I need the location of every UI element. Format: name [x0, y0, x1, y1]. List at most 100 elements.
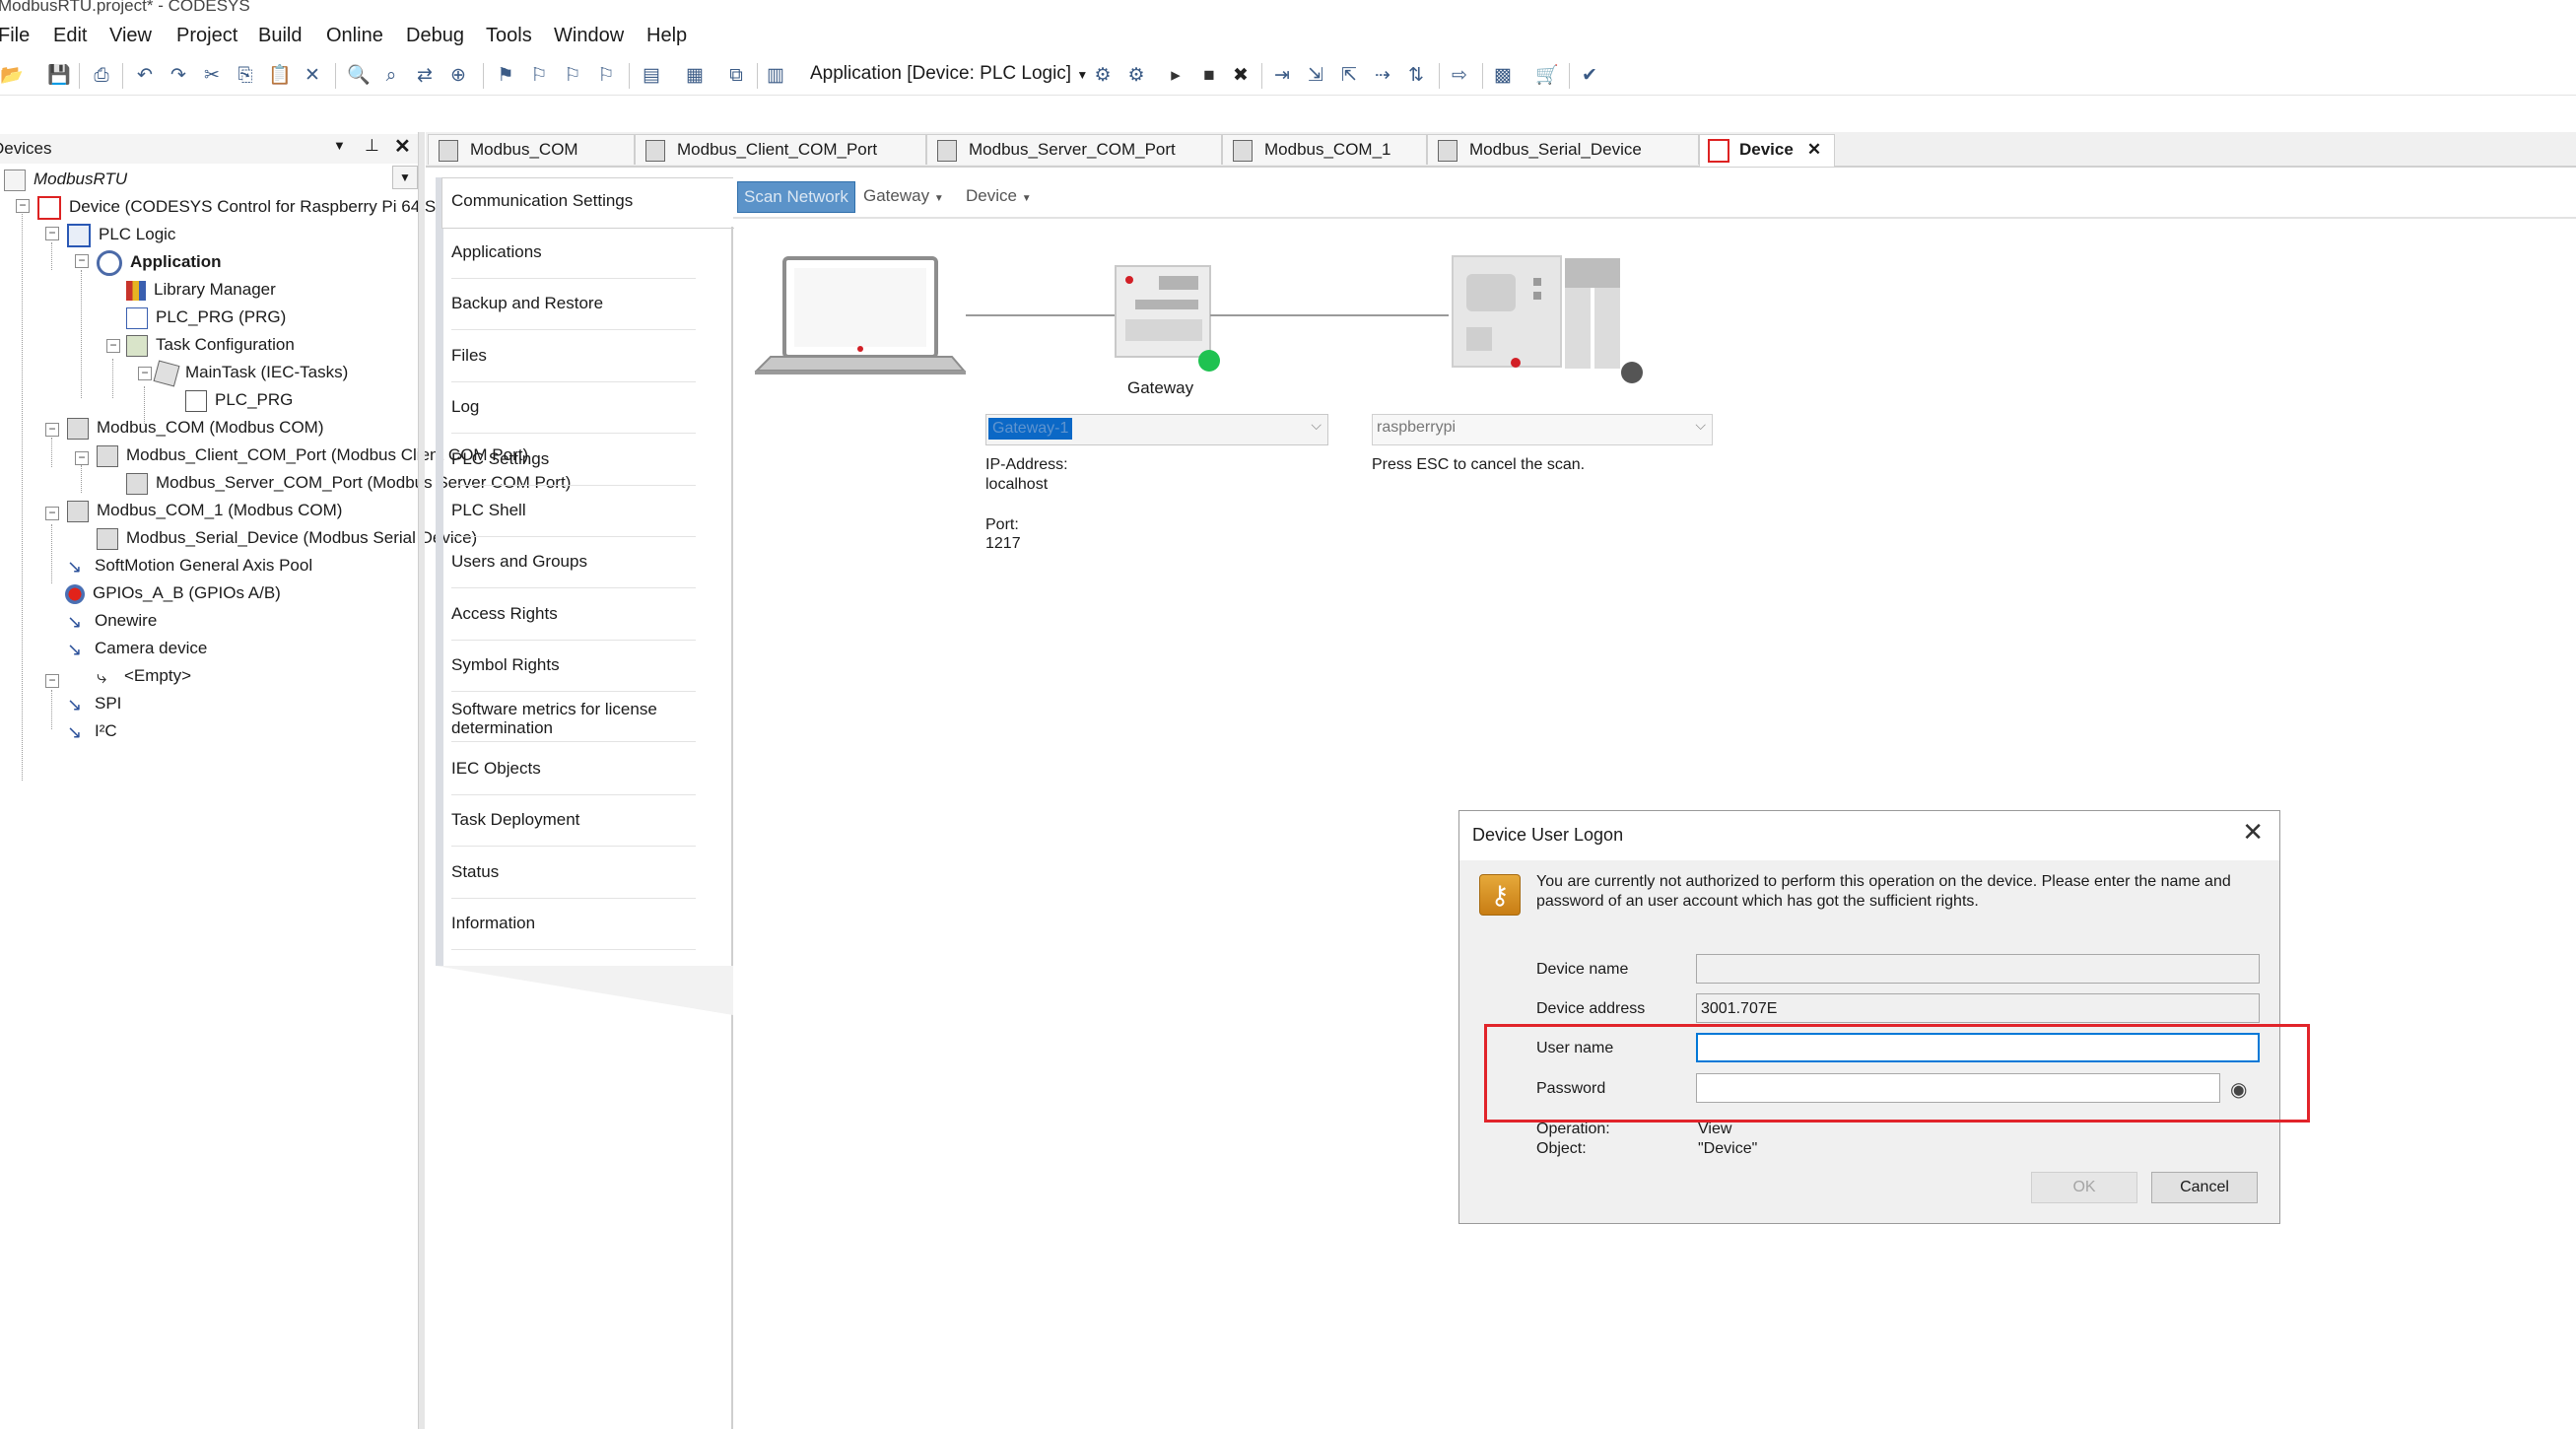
panel-menu-icon[interactable]: ▼	[333, 138, 346, 153]
tree-item-empty-slot[interactable]: ⤷ <Empty>	[97, 662, 191, 690]
gateway-select[interactable]: Gateway-1 ⌵	[985, 414, 1328, 445]
expander[interactable]: −	[138, 367, 152, 380]
cart-icon[interactable]: 🛒	[1535, 65, 1559, 87]
tree-item-onewire[interactable]: ↘ Onewire	[67, 607, 157, 635]
tab-device[interactable]: Device ✕	[1699, 134, 1835, 167]
layout-icon[interactable]: ▦	[684, 65, 706, 87]
menu-debug[interactable]: Debug	[406, 25, 464, 47]
nav-task-deployment[interactable]: Task Deployment	[451, 810, 696, 847]
nav-iec-objects[interactable]: IEC Objects	[451, 759, 696, 795]
step-into-icon[interactable]: ⇲	[1305, 65, 1326, 87]
menu-project[interactable]: Project	[176, 25, 237, 47]
tree-item-maintask[interactable]: MainTask (IEC-Tasks)	[153, 359, 348, 386]
expander[interactable]: −	[75, 254, 89, 268]
tree-item-plc-prg[interactable]: PLC_PRG (PRG)	[126, 304, 286, 331]
cut-icon[interactable]: ✂	[201, 65, 223, 87]
undo-icon[interactable]: ↶	[134, 65, 156, 87]
close-icon[interactable]: ✕	[2242, 817, 2264, 847]
tree-item-modbus-com[interactable]: Modbus_COM (Modbus COM)	[67, 414, 324, 442]
nav-files[interactable]: Files	[451, 346, 696, 382]
nav-information[interactable]: Information	[451, 914, 696, 950]
tree-item-project[interactable]: ModbusRTU	[4, 166, 127, 193]
show-next-statement-icon[interactable]: ⇨	[1449, 65, 1470, 87]
device-menu-button[interactable]: Device ▼	[966, 181, 1032, 211]
menu-tools[interactable]: Tools	[486, 25, 532, 47]
active-application-combo[interactable]: Application [Device: PLC Logic] ▼	[810, 63, 1088, 85]
tree-item-plc-prg-call[interactable]: PLC_PRG	[185, 386, 293, 414]
replace-icon[interactable]: ⇄	[414, 65, 436, 87]
panel-splitter[interactable]	[418, 132, 425, 1429]
start-icon[interactable]: ▸	[1165, 65, 1186, 87]
step-over-icon[interactable]: ⇥	[1271, 65, 1293, 87]
tab-modbus-server-com-port[interactable]: Modbus_Server_COM_Port	[926, 134, 1222, 165]
ok-button[interactable]: OK	[2031, 1172, 2137, 1203]
nav-applications[interactable]: Applications	[451, 242, 696, 279]
window-icon[interactable]: ⧉	[725, 65, 747, 87]
nav-communication-settings[interactable]: Communication Settings	[451, 191, 696, 227]
tree-item-softmotion-axis-pool[interactable]: ↘ SoftMotion General Axis Pool	[67, 552, 312, 579]
menu-edit[interactable]: Edit	[53, 25, 87, 47]
expander[interactable]: −	[45, 674, 59, 688]
nav-access-rights[interactable]: Access Rights	[451, 604, 696, 641]
pin-icon[interactable]: ⊥	[365, 136, 379, 156]
tree-item-gpios[interactable]: GPIOs_A_B (GPIOs A/B)	[65, 579, 281, 607]
calendar-icon[interactable]: ▥	[765, 65, 786, 87]
tools-icon[interactable]: ✖	[1230, 65, 1252, 87]
tree-item-device[interactable]: Device (CODESYS Control for Raspberry Pi…	[37, 193, 450, 221]
step-out-icon[interactable]: ⇱	[1338, 65, 1360, 87]
menu-online[interactable]: Online	[326, 25, 383, 47]
tree-item-modbus-com-1[interactable]: Modbus_COM_1 (Modbus COM)	[67, 497, 342, 524]
nav-symbol-rights[interactable]: Symbol Rights	[451, 655, 696, 692]
login-icon[interactable]: ⚙	[1092, 65, 1114, 87]
bookmark-next-icon[interactable]: ⚐	[528, 65, 550, 87]
logout-icon[interactable]: ⚙	[1125, 65, 1147, 87]
redo-icon[interactable]: ↷	[168, 65, 189, 87]
menu-window[interactable]: Window	[554, 25, 624, 47]
tab-modbus-serial-device[interactable]: Modbus_Serial_Device	[1427, 134, 1699, 165]
gateway-menu-button[interactable]: Gateway ▼	[863, 181, 944, 211]
expander[interactable]: −	[45, 423, 59, 437]
tab-modbus-com-1[interactable]: Modbus_COM_1	[1222, 134, 1427, 165]
tab-modbus-client-com-port[interactable]: Modbus_Client_COM_Port	[635, 134, 926, 165]
close-icon[interactable]: ✕	[1807, 140, 1821, 159]
tree-item-camera-device[interactable]: ↘ Camera device	[67, 635, 207, 662]
print-icon[interactable]: ⎙	[91, 65, 112, 87]
expander[interactable]: −	[75, 451, 89, 465]
tree-item-spi[interactable]: ↘ SPI	[67, 690, 121, 717]
find-icon[interactable]: 🔍	[347, 65, 371, 87]
tree-item-i2c[interactable]: ↘ I²C	[67, 717, 117, 745]
menu-help[interactable]: Help	[646, 25, 687, 47]
run-to-cursor-icon[interactable]: ⇢	[1372, 65, 1393, 87]
expander[interactable]: −	[45, 507, 59, 520]
expander[interactable]: −	[16, 199, 30, 213]
open-folder-icon[interactable]: 📂	[0, 65, 24, 87]
expander[interactable]: −	[45, 227, 59, 240]
device-select[interactable]: raspberrypi ⌵	[1372, 414, 1713, 445]
tree-item-library-manager[interactable]: Library Manager	[126, 276, 276, 304]
menu-build[interactable]: Build	[258, 25, 302, 47]
stop-icon[interactable]: ■	[1198, 65, 1220, 87]
tree-scroll-down-button[interactable]: ▼	[392, 166, 418, 189]
find-in-project-icon[interactable]: ⊕	[447, 65, 469, 87]
nav-plc-shell[interactable]: PLC Shell	[451, 501, 696, 537]
bookmark-icon[interactable]: ⚑	[495, 65, 516, 87]
nav-status[interactable]: Status	[451, 862, 696, 899]
set-next-statement-icon[interactable]: ⇅	[1405, 65, 1427, 87]
expander[interactable]: −	[106, 339, 120, 353]
delete-icon[interactable]: ✕	[302, 65, 323, 87]
cancel-button[interactable]: Cancel	[2151, 1172, 2258, 1203]
close-icon[interactable]: ✕	[394, 134, 411, 159]
clipboard-icon[interactable]: ▤	[641, 65, 662, 87]
tree-item-plc-logic[interactable]: PLC Logic	[67, 221, 175, 248]
check-icon[interactable]: ✔	[1579, 65, 1600, 87]
scan-network-button[interactable]: Scan Network	[737, 181, 855, 213]
nav-log[interactable]: Log	[451, 397, 696, 434]
nav-plc-settings[interactable]: PLC Settings	[451, 449, 696, 486]
save-icon[interactable]: 💾	[47, 65, 71, 87]
find-next-icon[interactable]: ⌕	[380, 65, 402, 87]
monitoring-icon[interactable]: ▩	[1492, 65, 1514, 87]
nav-backup-and-restore[interactable]: Backup and Restore	[451, 294, 696, 330]
tree-item-task-configuration[interactable]: Task Configuration	[126, 331, 295, 359]
bookmark-clear-icon[interactable]: ⚐	[595, 65, 617, 87]
menu-file[interactable]: File	[0, 25, 30, 47]
